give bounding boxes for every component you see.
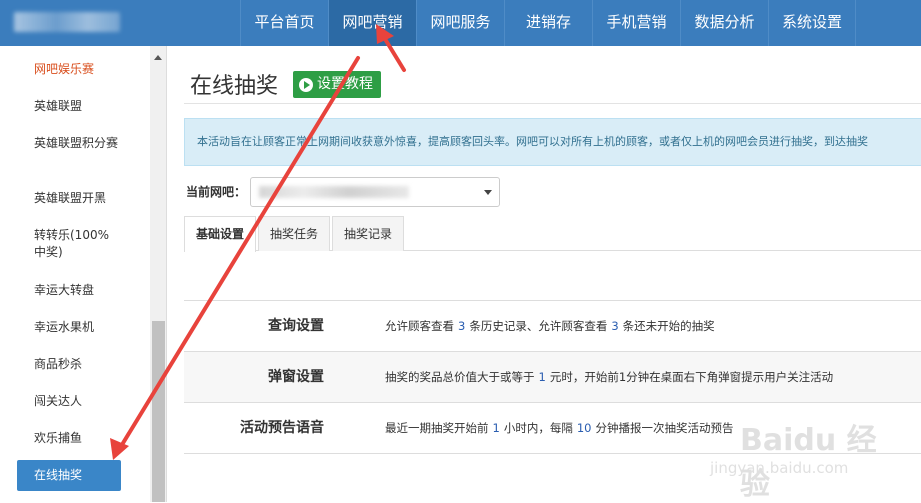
sidebar-item-netcafe-contest[interactable]: 网吧娱乐赛	[34, 61, 134, 78]
netcafe-select[interactable]	[250, 177, 500, 207]
setting-text: 分钟播报一次抽奖活动预告	[595, 421, 734, 435]
settings-table: 查询设置 允许顾客查看 3 条历史记录、允许顾客查看 3 条还未开始的抽奖 弹窗设置 抽…	[184, 300, 921, 454]
sidebar: 网吧娱乐赛 英雄联盟 英雄联盟积分赛 英雄联盟开黑 转转乐(100%中奖) 幸运…	[0, 46, 167, 502]
watermark-url: jingyan.baidu.com	[710, 459, 849, 477]
setting-text: 条历史记录、允许顾客查看	[469, 319, 608, 333]
nav-item-services[interactable]: 网吧服务	[416, 0, 504, 46]
sidebar-item-lol-team[interactable]: 英雄联盟开黑	[34, 190, 134, 207]
setting-text: 抽奖的奖品总价值大于或等于	[385, 370, 535, 384]
sidebar-item-fishing[interactable]: 欢乐捕鱼	[34, 430, 134, 447]
nav-item-data-analysis[interactable]: 数据分析	[680, 0, 768, 46]
sidebar-item-lol-points[interactable]: 英雄联盟积分赛	[34, 135, 119, 152]
tutorial-button[interactable]: 设置教程	[293, 71, 381, 98]
tab-lottery-tasks[interactable]: 抽奖任务	[258, 216, 331, 251]
setting-value: 允许顾客查看 3 条历史记录、允许顾客查看 3 条还未开始的抽奖	[385, 301, 715, 351]
nav-item-home[interactable]: 平台首页	[240, 0, 328, 46]
sidebar-item-lucky-wheel[interactable]: 幸运大转盘	[34, 282, 134, 299]
voice-interval-minutes[interactable]: 10	[573, 421, 596, 435]
setting-value: 最近一期抽奖开始前 1 小时内，每隔 10 分钟播报一次抽奖活动预告	[385, 403, 733, 453]
info-notice: 本活动旨在让顾客正常上网期间收获意外惊喜，提高顾客回头率。网吧可以对所有上机的顾…	[184, 118, 921, 166]
upcoming-count[interactable]: 3	[607, 319, 622, 333]
chevron-down-icon	[484, 190, 492, 195]
setting-text: 元时，开始前1分钟在桌面右下角弹窗提示用户关注活动	[549, 370, 834, 384]
setting-label: 活动预告语音	[240, 420, 324, 436]
tab-basic-settings[interactable]: 基础设置	[184, 216, 257, 252]
title-divider	[184, 103, 921, 104]
nav-item-marketing[interactable]: 网吧营销	[328, 0, 416, 46]
logo[interactable]	[14, 12, 120, 32]
setting-row-voice: 活动预告语音 最近一期抽奖开始前 1 小时内，每隔 10 分钟播报一次抽奖活动预告	[184, 403, 921, 454]
setting-label: 弹窗设置	[268, 369, 324, 385]
sidebar-scrollbar[interactable]	[150, 46, 166, 502]
nav-item-system-settings[interactable]: 系统设置	[768, 0, 856, 46]
sidebar-item-fruit-machine[interactable]: 幸运水果机	[34, 319, 134, 336]
tab-bar: 基础设置 抽奖任务 抽奖记录	[184, 216, 921, 252]
scroll-up-arrow-icon[interactable]	[154, 55, 162, 60]
current-netcafe-label: 当前网吧：	[186, 185, 247, 199]
setting-label: 查询设置	[268, 318, 324, 334]
sidebar-item-flash-sale[interactable]: 商品秒杀	[34, 356, 134, 373]
netcafe-select-value-redacted	[259, 186, 409, 198]
setting-text: 条还未开始的抽奖	[622, 319, 715, 333]
setting-text: 允许顾客查看	[385, 319, 454, 333]
history-count[interactable]: 3	[454, 319, 469, 333]
main-nav: 平台首页 网吧营销 网吧服务 进销存 手机营销 数据分析 系统设置	[240, 0, 856, 46]
sidebar-item-online-lottery[interactable]: 在线抽奖	[17, 460, 121, 491]
nav-item-mobile-marketing[interactable]: 手机营销	[592, 0, 680, 46]
sidebar-item-lol[interactable]: 英雄联盟	[34, 98, 134, 115]
voice-hours[interactable]: 1	[489, 421, 504, 435]
page-title: 在线抽奖	[190, 74, 279, 99]
tab-lottery-records[interactable]: 抽奖记录	[332, 216, 405, 251]
top-bar: 平台首页 网吧营销 网吧服务 进销存 手机营销 数据分析 系统设置	[0, 0, 921, 46]
sidebar-item-spin-win[interactable]: 转转乐(100%中奖)	[34, 227, 116, 261]
setting-row-query: 查询设置 允许顾客查看 3 条历史记录、允许顾客查看 3 条还未开始的抽奖	[184, 301, 921, 352]
scroll-thumb[interactable]	[152, 321, 165, 502]
setting-text: 最近一期抽奖开始前	[385, 421, 489, 435]
prize-value-threshold[interactable]: 1	[535, 370, 550, 384]
tutorial-button-label: 设置教程	[317, 76, 373, 92]
setting-row-popup: 弹窗设置 抽奖的奖品总价值大于或等于 1 元时，开始前1分钟在桌面右下角弹窗提示用户…	[184, 352, 921, 403]
play-icon	[299, 77, 313, 92]
setting-text: 小时内，每隔	[503, 421, 573, 435]
setting-value: 抽奖的奖品总价值大于或等于 1 元时，开始前1分钟在桌面右下角弹窗提示用户关注活动	[385, 352, 833, 402]
nav-item-inventory[interactable]: 进销存	[504, 0, 592, 46]
sidebar-item-level-master[interactable]: 闯关达人	[34, 393, 134, 410]
